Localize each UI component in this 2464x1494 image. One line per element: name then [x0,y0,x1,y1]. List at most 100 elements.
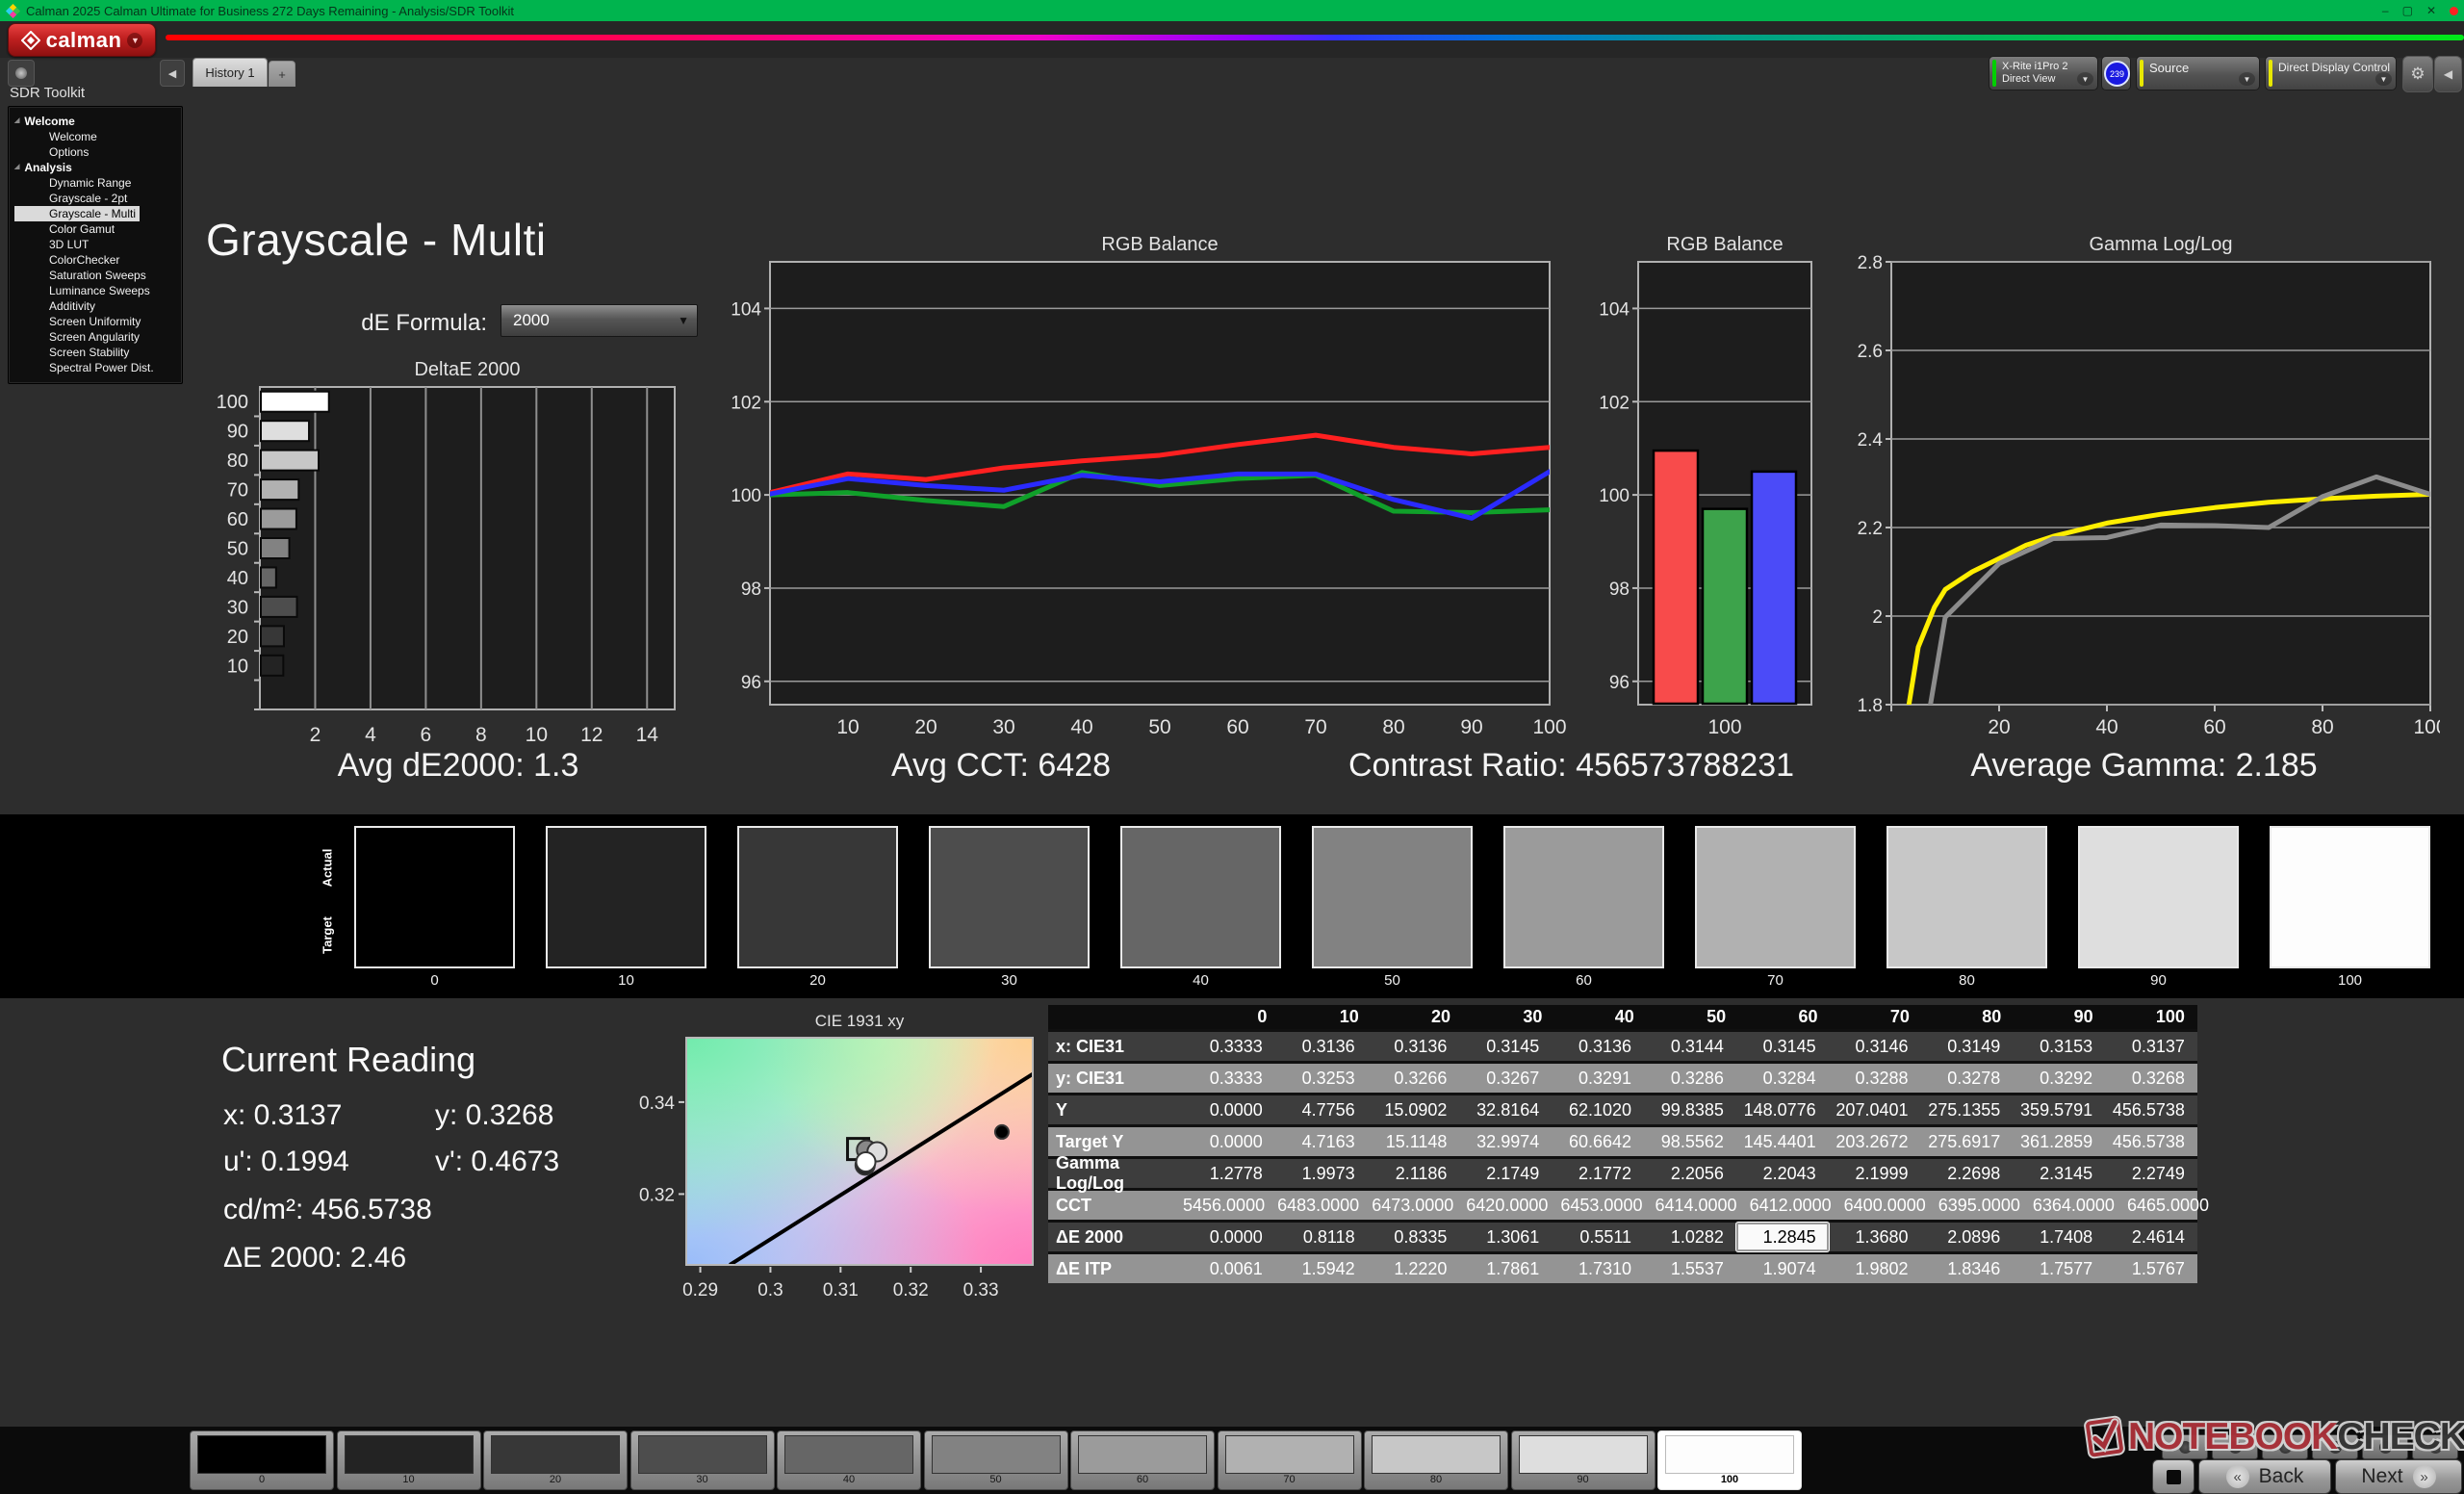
table-cell[interactable]: 0.3146 [1829,1032,1921,1061]
table-cell[interactable]: 4.7756 [1275,1095,1368,1124]
close-icon[interactable]: ✕ [2426,0,2436,21]
sidebar-item-screen-angularity[interactable]: Screen Angularity [14,329,178,345]
table-cell[interactable]: 62.1020 [1552,1095,1644,1124]
transport-button[interactable] [2162,1434,2208,1459]
table-cell[interactable]: 6473.0000 [1372,1191,1466,1220]
pattern-button-40[interactable]: 40 [777,1430,921,1490]
table-cell[interactable]: 2.2043 [1736,1159,1829,1188]
table-cell[interactable]: 0.3145 [1736,1032,1829,1061]
table-cell[interactable]: 1.7861 [1459,1254,1552,1283]
table-cell[interactable]: 0.3145 [1459,1032,1552,1061]
table-cell[interactable]: 15.1148 [1368,1127,1460,1156]
table-cell[interactable]: 15.0902 [1368,1095,1460,1124]
table-cell[interactable]: 2.4614 [2105,1223,2197,1251]
table-cell[interactable]: 0.0061 [1183,1254,1275,1283]
pattern-button-60[interactable]: 60 [1070,1430,1215,1490]
table-cell[interactable]: 0.3268 [2105,1064,2197,1093]
table-cell[interactable]: 0.3136 [1275,1032,1368,1061]
table-cell[interactable]: 203.2672 [1829,1127,1921,1156]
table-cell[interactable]: 1.5942 [1275,1254,1368,1283]
table-cell[interactable]: 207.0401 [1829,1095,1921,1124]
table-cell[interactable]: 6400.0000 [1844,1191,1938,1220]
pattern-button-90[interactable]: 90 [1511,1430,1656,1490]
table-cell[interactable]: 1.2220 [1368,1254,1460,1283]
sidebar-item-additivity[interactable]: Additivity [14,298,178,314]
table-cell[interactable]: 1.5537 [1644,1254,1736,1283]
pattern-button-50[interactable]: 50 [924,1430,1068,1490]
table-cell[interactable]: 1.2778 [1183,1159,1275,1188]
table-cell[interactable]: 0.3333 [1183,1032,1275,1061]
table-cell[interactable]: 0.5511 [1552,1223,1644,1251]
sidebar-item-options[interactable]: Options [14,144,178,160]
table-cell[interactable]: 0.3292 [2013,1064,2105,1093]
collapse-sidebar-button[interactable]: ◀ [160,60,185,87]
table-cell[interactable]: 6453.0000 [1560,1191,1655,1220]
table-cell[interactable]: 0.0000 [1183,1223,1275,1251]
table-cell[interactable]: 4.7163 [1275,1127,1368,1156]
table-cell[interactable]: 0.3153 [2013,1032,2105,1061]
sidebar-item-grayscale-multi[interactable]: Grayscale - Multi [14,206,140,221]
table-cell[interactable]: 2.0896 [1921,1223,2014,1251]
table-cell[interactable]: 1.3680 [1829,1223,1921,1251]
table-cell[interactable]: 0.3291 [1552,1064,1644,1093]
table-cell[interactable]: 456.5738 [2105,1095,2197,1124]
stop-button[interactable] [2152,1459,2194,1494]
table-cell[interactable]: 0.3286 [1644,1064,1736,1093]
table-cell[interactable]: 1.7310 [1552,1254,1644,1283]
collapse-panel-button[interactable]: ◀ [2434,56,2462,92]
table-cell[interactable]: 0.3144 [1644,1032,1736,1061]
table-cell[interactable]: 2.2698 [1921,1159,2014,1188]
table-cell[interactable]: 60.6642 [1552,1127,1644,1156]
sidebar-item-luminance-sweeps[interactable]: Luminance Sweeps [14,283,178,298]
add-tab-button[interactable]: + [269,61,295,87]
table-cell[interactable]: 2.2749 [2105,1159,2197,1188]
pattern-button-20[interactable]: 20 [483,1430,628,1490]
table-cell[interactable]: 0.3266 [1368,1064,1460,1093]
table-cell[interactable]: 148.0776 [1736,1095,1829,1124]
table-cell[interactable]: 32.9974 [1459,1127,1552,1156]
table-cell[interactable]: 0.3137 [2105,1032,2197,1061]
table-cell[interactable]: 1.7408 [2013,1223,2105,1251]
sidebar-item-grayscale-2pt[interactable]: Grayscale - 2pt [14,191,178,206]
table-cell[interactable]: 32.8164 [1459,1095,1552,1124]
table-cell[interactable]: 0.3149 [1921,1032,2014,1061]
back-button[interactable]: « Back [2198,1459,2331,1494]
table-cell[interactable]: 1.2845 [1736,1223,1829,1251]
table-cell[interactable]: 359.5791 [2013,1095,2105,1124]
next-button[interactable]: Next » [2335,1459,2462,1494]
table-cell[interactable]: 2.2056 [1644,1159,1736,1188]
sidebar-item-3d-lut[interactable]: 3D LUT [14,237,178,252]
table-cell[interactable]: 6420.0000 [1466,1191,1560,1220]
sidebar-group[interactable]: ◢Welcome [14,114,178,129]
table-cell[interactable]: 0.3278 [1921,1064,2014,1093]
tab-history-1[interactable]: History 1 [192,58,268,87]
table-cell[interactable]: 0.3288 [1829,1064,1921,1093]
table-cell[interactable]: 2.1999 [1829,1159,1921,1188]
table-cell[interactable]: 1.0282 [1644,1223,1736,1251]
table-cell[interactable]: 98.5562 [1644,1127,1736,1156]
table-cell[interactable]: 1.3061 [1459,1223,1552,1251]
pattern-button-100[interactable]: 100 [1657,1430,1802,1490]
transport-button[interactable] [2262,1434,2308,1459]
transport-button[interactable] [2312,1434,2358,1459]
pattern-button-30[interactable]: 30 [630,1430,775,1490]
table-cell[interactable]: 145.4401 [1736,1127,1829,1156]
table-cell[interactable]: 6412.0000 [1750,1191,1844,1220]
settings-button[interactable]: ⚙ [2402,56,2433,92]
sidebar-item-screen-uniformity[interactable]: Screen Uniformity [14,314,178,329]
workspace-button[interactable] [8,60,35,87]
sidebar-item-welcome[interactable]: Welcome [14,129,178,144]
table-cell[interactable]: 6364.0000 [2033,1191,2127,1220]
maximize-icon[interactable]: ▢ [2402,0,2413,21]
table-cell[interactable]: 6465.0000 [2127,1191,2221,1220]
source-button[interactable]: Source ▼ [2136,56,2260,90]
table-cell[interactable]: 6395.0000 [1938,1191,2033,1220]
table-cell[interactable]: 0.8335 [1368,1223,1460,1251]
table-cell[interactable]: 1.7577 [2013,1254,2105,1283]
table-cell[interactable]: 1.9074 [1736,1254,1829,1283]
table-cell[interactable]: 0.3267 [1459,1064,1552,1093]
sidebar-group[interactable]: ◢Analysis [14,160,178,175]
table-cell[interactable]: 5456.0000 [1183,1191,1277,1220]
transport-button[interactable] [2412,1434,2458,1459]
display-control-button[interactable]: Direct Display Control ▼ [2265,56,2397,90]
